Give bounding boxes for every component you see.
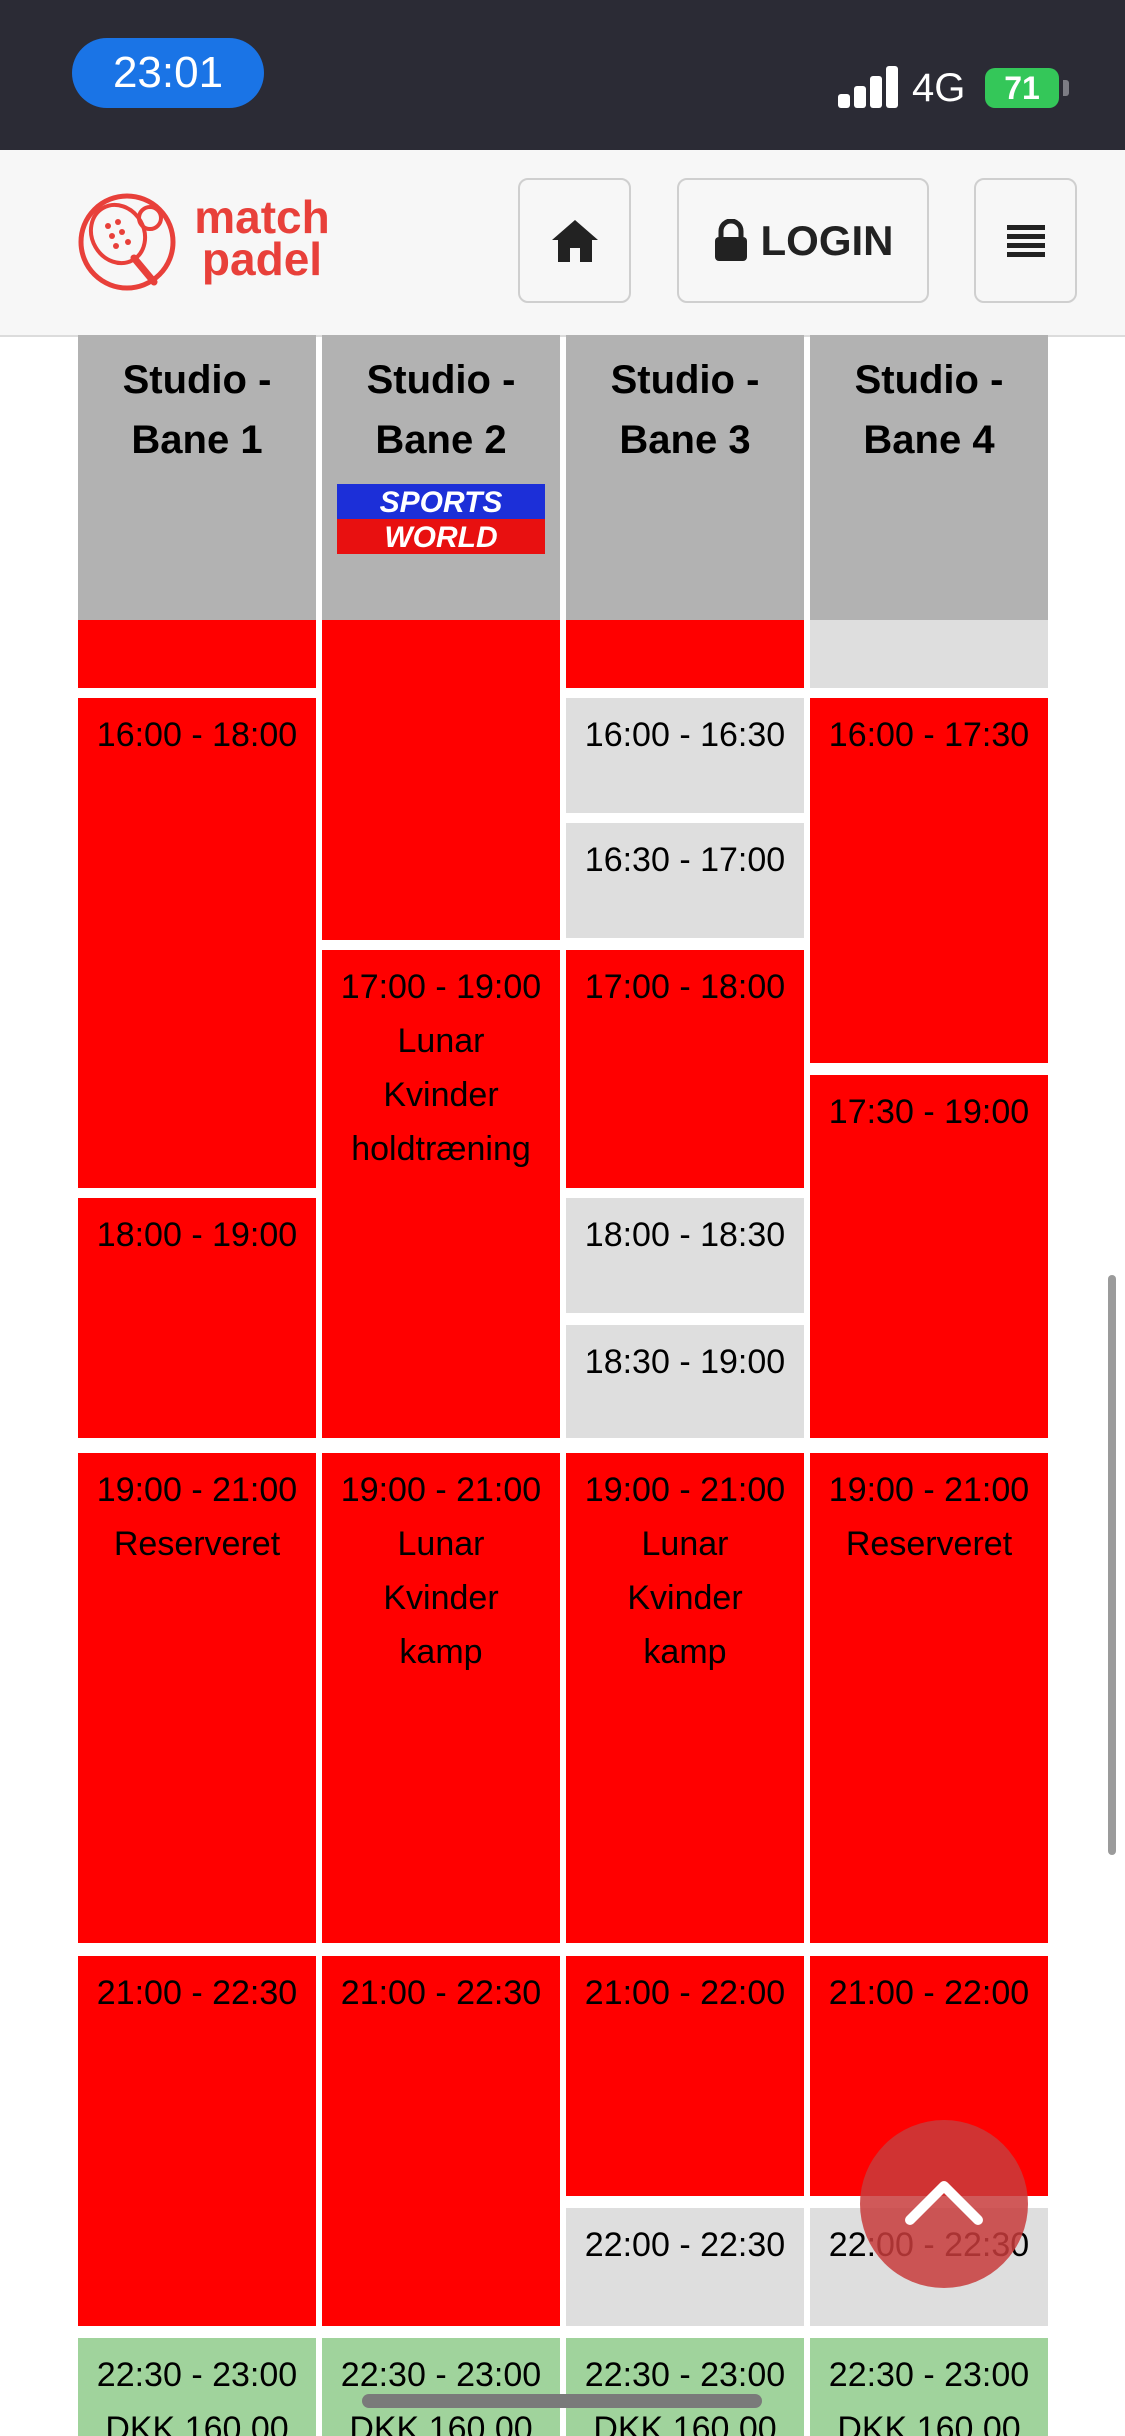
slot-free[interactable]: 16:30 - 17:00	[566, 823, 804, 938]
slot-note: Kvinder	[383, 1579, 499, 1617]
court-name-line2: Bane 3	[619, 418, 751, 462]
battery-icon: 71	[985, 68, 1059, 108]
slot-available[interactable]: 22:30 - 23:00 DKK 160.00	[566, 2338, 804, 2436]
slot-available[interactable]: 22:30 - 23:00 DKK 160.00	[810, 2338, 1048, 2436]
slot-available[interactable]: 22:30 - 23:00 DKK 160.00	[322, 2338, 560, 2436]
logo-text: match padel	[187, 191, 337, 285]
slot-price: DKK 160.00	[105, 2410, 289, 2436]
slot-booked[interactable]: 19:00 - 21:00 Lunar Kvinder kamp	[322, 1453, 560, 1943]
slot-free[interactable]: 18:30 - 19:00	[566, 1325, 804, 1438]
slot-booked[interactable]: 16:00 - 17:30	[810, 698, 1048, 1063]
slot-booked[interactable]: 17:30 - 19:00	[810, 1075, 1048, 1438]
page-scrollbar[interactable]	[1108, 1275, 1116, 1855]
slot-note: Lunar	[641, 1525, 729, 1563]
sponsor-line1: SPORTS	[380, 486, 503, 519]
sponsor-line2: WORLD	[384, 521, 497, 554]
slot-time: 19:00 - 21:00	[96, 1471, 298, 1509]
slot-time: 16:00 - 18:00	[96, 716, 298, 754]
slot-booked[interactable]: 18:00 - 19:00	[78, 1198, 316, 1438]
slot-time: 19:00 - 21:00	[828, 1471, 1030, 1509]
slot-note: kamp	[399, 1633, 483, 1671]
slot-free[interactable]: 18:00 - 18:30	[566, 1198, 804, 1313]
court-header-2: Studio - Bane 2 SPORTS WORLD	[322, 335, 560, 620]
slot-time: 21:00 - 22:00	[584, 1974, 786, 2012]
slot-time: 22:30 - 23:00	[828, 2356, 1030, 2394]
hamburger-menu-icon	[1006, 224, 1045, 257]
slot-time: 19:00 - 21:00	[340, 1471, 542, 1509]
court-name-line1: Studio -	[366, 358, 516, 402]
chevron-up-icon	[905, 2181, 983, 2225]
padel-racket-icon	[78, 193, 176, 291]
court-name-line2: Bane 2	[375, 418, 507, 462]
slot-note: Kvinder	[383, 1076, 499, 1114]
home-icon	[551, 219, 598, 262]
slot-time: 21:00 - 22:30	[340, 1974, 542, 2012]
slot-note: Lunar	[397, 1022, 485, 1060]
home-indicator[interactable]	[362, 2394, 762, 2408]
menu-button[interactable]	[974, 178, 1077, 303]
slot-free[interactable]	[810, 620, 1048, 688]
slot-booked[interactable]: 17:00 - 18:00	[566, 950, 804, 1188]
slot-time: 19:00 - 21:00	[584, 1471, 786, 1509]
court-name-line1: Studio -	[854, 358, 1004, 402]
slot-time: 17:30 - 19:00	[828, 1093, 1030, 1131]
slot-booked[interactable]: 19:00 - 21:00 Reserveret	[810, 1453, 1048, 1943]
network-type: 4G	[912, 66, 966, 110]
slot-note: Reserveret	[113, 1525, 281, 1563]
court-header-1: Studio - Bane 1	[78, 335, 316, 620]
slot-price: DKK 160.00	[837, 2410, 1021, 2436]
status-bar: 23:01 4G 71	[0, 0, 1125, 150]
slot-time: 16:00 - 16:30	[584, 716, 786, 754]
sports-world-sponsor-logo: SPORTS WORLD	[337, 484, 545, 554]
cellular-signal-icon	[838, 64, 900, 108]
slot-time: 22:00 - 22:30	[584, 2226, 786, 2264]
slot-time: 18:30 - 19:00	[584, 1343, 786, 1381]
slot-free[interactable]: 16:00 - 16:30	[566, 698, 804, 813]
slot-booked[interactable]: 21:00 - 22:30	[78, 1956, 316, 2326]
slot-time: 17:00 - 18:00	[584, 968, 786, 1006]
login-button[interactable]: LOGIN	[677, 178, 929, 303]
slot-free[interactable]: 22:00 - 22:30	[566, 2208, 804, 2326]
slot-note: Lunar	[397, 1525, 485, 1563]
logo-line2: padel	[201, 233, 323, 285]
slot-time: 21:00 - 22:00	[828, 1974, 1030, 2012]
slot-booked[interactable]: 21:00 - 22:00	[566, 1956, 804, 2196]
home-button[interactable]	[518, 178, 631, 303]
slot-note: holdtræning	[351, 1130, 531, 1168]
slot-time: 22:30 - 23:00	[96, 2356, 298, 2394]
slot-note: Kvinder	[627, 1579, 743, 1617]
slot-time: 18:00 - 18:30	[584, 1216, 786, 1254]
slot-available[interactable]: 22:30 - 23:00 DKK 160.00	[78, 2338, 316, 2436]
slot-booked[interactable]: 19:00 - 21:00 Reserveret	[78, 1453, 316, 1943]
status-time: 23:01	[72, 38, 264, 108]
slot-booked[interactable]: 16:00 - 18:00	[78, 698, 316, 1188]
site-header: match padel LOGIN	[0, 150, 1125, 337]
court-name-line2: Bane 4	[863, 418, 995, 462]
slot-time: 21:00 - 22:30	[96, 1974, 298, 2012]
battery-cap	[1063, 80, 1069, 96]
logo-line1: match	[194, 191, 330, 243]
court-name-line1: Studio -	[610, 358, 760, 402]
slot-booked[interactable]: 19:00 - 21:00 Lunar Kvinder kamp	[566, 1453, 804, 1943]
battery-level: 71	[1004, 70, 1040, 106]
court-name-line2: Bane 1	[131, 418, 263, 462]
lock-icon	[714, 218, 747, 261]
court-header-3: Studio - Bane 3	[566, 335, 804, 620]
court-name-line1: Studio -	[122, 358, 272, 402]
slot-time: 16:00 - 17:30	[828, 716, 1030, 754]
slot-booked[interactable]	[566, 620, 804, 688]
slot-time: 16:30 - 17:00	[584, 841, 786, 879]
slot-note: Reserveret	[845, 1525, 1013, 1563]
slot-booked[interactable]	[78, 620, 316, 688]
court-header-4: Studio - Bane 4	[810, 335, 1048, 620]
slot-booked[interactable]: 17:00 - 19:00 Lunar Kvinder holdtræning	[322, 950, 560, 1438]
match-padel-logo[interactable]: match padel	[72, 190, 332, 300]
slot-time: 18:00 - 19:00	[96, 1216, 298, 1254]
slot-note: kamp	[643, 1633, 727, 1671]
slot-time: 17:00 - 19:00	[340, 968, 542, 1006]
scroll-to-top-button[interactable]	[860, 2120, 1028, 2288]
slot-booked[interactable]	[322, 620, 560, 940]
slot-booked[interactable]: 21:00 - 22:30	[322, 1956, 560, 2326]
login-label: LOGIN	[760, 216, 894, 264]
